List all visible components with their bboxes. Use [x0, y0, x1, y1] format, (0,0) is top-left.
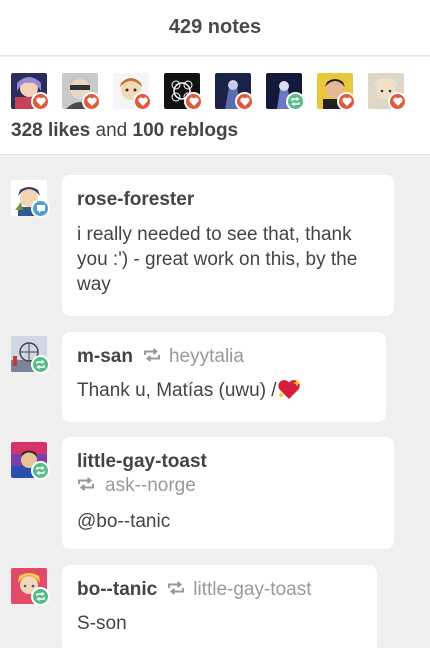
reblog-arrows-icon	[77, 475, 95, 497]
note-username[interactable]: rose-forester	[77, 189, 194, 211]
likes-count[interactable]: 328 likes	[11, 120, 90, 141]
reblogs-count[interactable]: 100 reblogs	[133, 120, 239, 141]
note-username[interactable]: m-san	[77, 346, 133, 368]
note-source[interactable]: heyytalia	[169, 346, 244, 368]
avatar[interactable]	[11, 568, 50, 606]
note-source[interactable]: ask--norge	[105, 475, 196, 497]
likes-reblogs-summary: 328 likes and 100 reblogs	[11, 120, 238, 142]
and-text: and	[95, 120, 128, 141]
note-text: i really needed to see that, thank you :…	[77, 224, 358, 295]
note-source[interactable]: little-gay-toast	[193, 579, 311, 601]
note-text: S-son	[77, 613, 127, 634]
note-username[interactable]: bo--tanic	[77, 579, 157, 601]
heart-icon	[133, 92, 152, 111]
reblog-arrows-icon	[167, 579, 185, 601]
notes-count-title: 429 notes	[168, 16, 262, 38]
reblog-icon	[31, 355, 50, 374]
note-text: @bo--tanic	[77, 511, 171, 532]
reblog-icon	[31, 587, 50, 606]
note-text: Thank u, Matías (uwu) /	[77, 380, 277, 401]
heart-icon	[82, 92, 101, 111]
heart-icon	[235, 92, 254, 111]
avatar[interactable]	[11, 442, 50, 480]
note-card: little-gay-toast ask--norge @bo--tanic	[62, 437, 394, 549]
notes-header: 429 notes	[0, 0, 430, 56]
reblog-icon	[31, 461, 50, 480]
speech-bubble-icon	[31, 199, 50, 218]
note-card: rose-forester i really needed to see tha…	[62, 175, 394, 316]
heart-icon	[388, 92, 407, 111]
heart-icon	[337, 92, 356, 111]
heart-icon	[184, 92, 203, 111]
avatar[interactable]	[11, 180, 50, 218]
avatar[interactable]	[11, 336, 50, 374]
note-card: bo--tanic little-gay-toast S-son	[62, 565, 377, 648]
note-username[interactable]: little-gay-toast	[77, 451, 207, 473]
reblog-icon	[286, 92, 305, 111]
note-card: m-san heyytalia Thank u, Matías (uwu) /	[62, 332, 386, 422]
sparkling-heart-emoji	[277, 378, 301, 407]
heart-icon	[31, 92, 50, 111]
reblog-arrows-icon	[143, 346, 161, 368]
notes-summary: 328 likes and 100 reblogs	[0, 57, 430, 155]
